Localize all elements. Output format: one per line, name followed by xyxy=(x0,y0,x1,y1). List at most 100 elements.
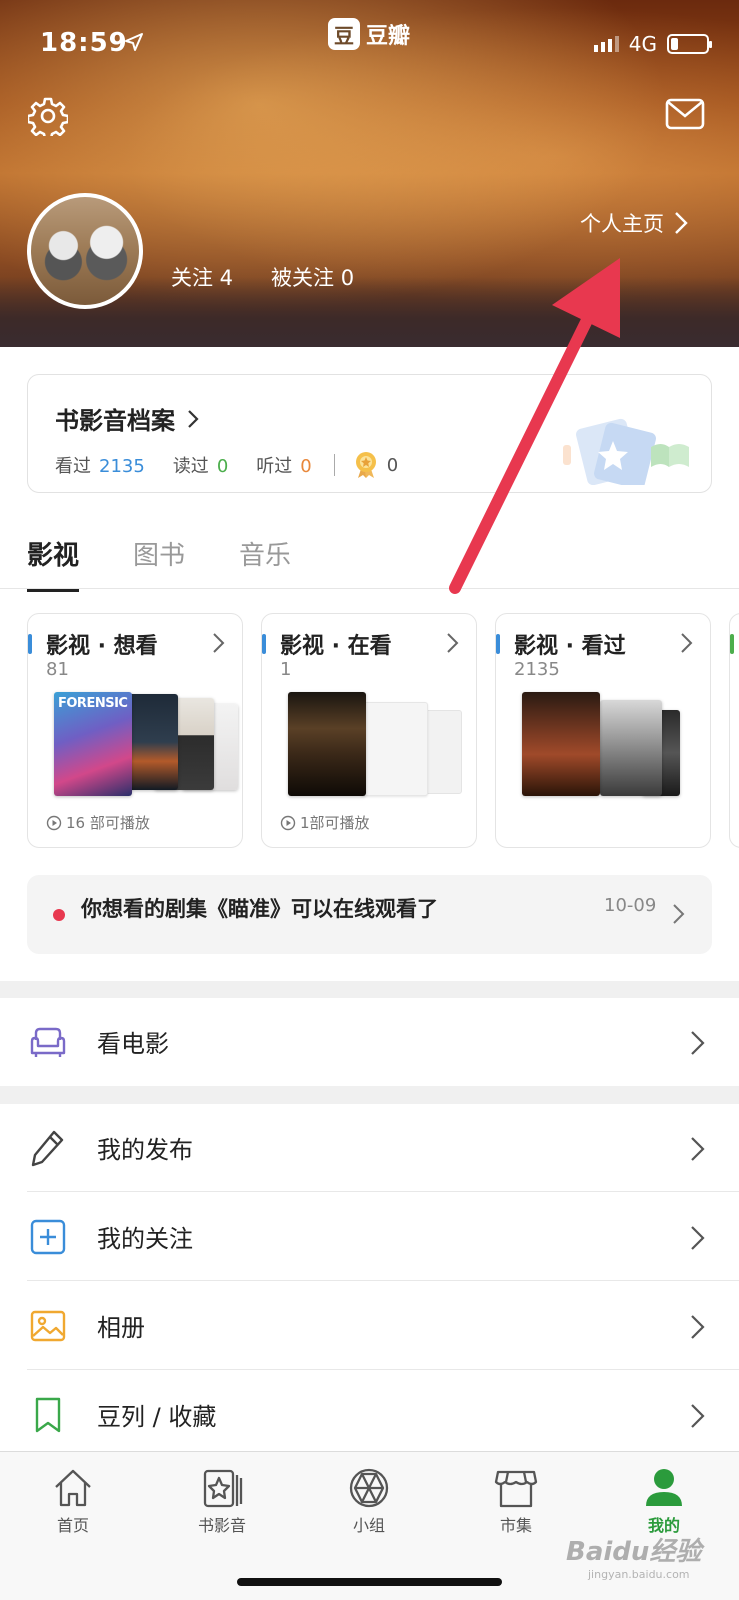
photo-icon xyxy=(30,1310,66,1342)
shelf-title: 影视 · 看过 xyxy=(514,634,626,659)
profile-icon xyxy=(646,1469,682,1506)
medal-icon xyxy=(355,452,376,478)
menu-item-doulist[interactable]: 豆列 / 收藏 xyxy=(0,1371,739,1451)
media-tabs: 影视 图书 音乐 xyxy=(27,535,291,592)
shelf-posters xyxy=(288,692,468,804)
plus-square-icon xyxy=(30,1219,66,1255)
shelf-title: 影视 · 想看 xyxy=(46,634,158,659)
baidu-watermark: Baidu经验 xyxy=(566,1537,702,1567)
followers-count[interactable]: 被关注 0 xyxy=(271,262,354,292)
tab-music[interactable]: 音乐 xyxy=(239,535,291,592)
baidu-watermark-url: jingyan.baidu.com xyxy=(588,1568,690,1581)
home-indicator[interactable] xyxy=(237,1578,502,1586)
group-icon xyxy=(349,1468,389,1508)
tab-movies[interactable]: 影视 xyxy=(27,535,80,592)
row-divider xyxy=(27,1369,739,1370)
battery-icon xyxy=(667,34,712,54)
chevron-right-icon xyxy=(447,633,459,653)
bookmark-icon xyxy=(35,1397,61,1433)
chevron-right-icon xyxy=(691,1031,705,1055)
mail-icon[interactable] xyxy=(665,98,705,130)
update-notice[interactable]: 你想看的剧集《瞄准》可以在线观看了 10-09 xyxy=(27,875,712,954)
poster-image xyxy=(600,700,662,796)
chevron-right-icon xyxy=(673,904,685,924)
chevron-right-icon xyxy=(691,1404,705,1428)
nav-home[interactable]: 首页 xyxy=(13,1466,133,1536)
avatar[interactable] xyxy=(27,193,143,309)
chevron-right-icon xyxy=(213,633,225,653)
status-indicators: 4G xyxy=(593,32,712,56)
stats-divider xyxy=(333,454,335,476)
chevron-right-icon xyxy=(675,212,688,234)
nav-profile[interactable]: 我的 xyxy=(604,1466,724,1536)
network-type: 4G xyxy=(628,32,657,56)
app-badge[interactable]: 豆 豆瓣 xyxy=(328,18,410,50)
tabs-divider xyxy=(0,588,739,589)
chevron-right-icon xyxy=(681,633,693,653)
app-name: 豆瓣 xyxy=(366,24,411,49)
shelf-count: 81 xyxy=(46,659,69,680)
shelf-card-watched[interactable]: 影视 · 看过 2135 xyxy=(495,613,711,848)
chevron-right-icon xyxy=(691,1226,705,1250)
profile-header: 18:59 豆 豆瓣 4G 关注 4 被关注 0 个人主页 xyxy=(0,0,739,347)
nav-groups[interactable]: 小组 xyxy=(309,1466,429,1536)
shelf-accent xyxy=(28,634,32,654)
location-arrow-icon xyxy=(125,33,143,51)
shelf-accent xyxy=(262,634,266,654)
chevron-right-icon xyxy=(188,409,199,428)
listened-stat[interactable]: 听过 0 xyxy=(256,452,311,478)
shelf-posters: FORENSIC xyxy=(54,692,238,804)
tab-books[interactable]: 图书 xyxy=(133,535,185,592)
section-separator xyxy=(0,1086,739,1104)
shelf-title: 影视 · 在看 xyxy=(280,634,392,659)
poster-image xyxy=(522,692,600,796)
archive-decoration-icon xyxy=(563,418,689,485)
shelf-card-partial[interactable] xyxy=(729,613,739,848)
shelf-count: 2135 xyxy=(514,659,560,680)
sofa-icon xyxy=(30,1027,66,1057)
douban-logo: 豆 xyxy=(328,18,360,50)
play-circle-icon xyxy=(280,815,296,830)
menu-item-movies[interactable]: 看电影 xyxy=(0,998,739,1086)
home-icon xyxy=(55,1469,91,1507)
watched-stat[interactable]: 看过 2135 xyxy=(55,452,145,478)
shelf-card-watching[interactable]: 影视 · 在看 1 1部可播放 xyxy=(261,613,477,848)
homepage-label: 个人主页 xyxy=(580,212,664,236)
menu-item-following[interactable]: 我的关注 xyxy=(0,1193,739,1281)
notice-text: 你想看的剧集《瞄准》可以在线观看了 xyxy=(81,897,438,921)
medal-count: 0 xyxy=(386,454,399,476)
menu-item-album[interactable]: 相册 xyxy=(0,1282,739,1370)
media-icon xyxy=(203,1469,243,1508)
archive-title-row: 书影音档案 xyxy=(55,401,199,436)
menu-label: 豆列 / 收藏 xyxy=(97,1403,217,1431)
following-count[interactable]: 关注 4 xyxy=(171,262,233,292)
menu-label: 相册 xyxy=(97,1314,145,1342)
notice-date: 10-09 xyxy=(604,895,657,916)
archive-title: 书影音档案 xyxy=(55,407,175,435)
homepage-link[interactable]: 个人主页 xyxy=(580,208,688,238)
row-divider xyxy=(27,1191,739,1192)
menu-label: 我的关注 xyxy=(97,1225,193,1253)
menu-item-my-posts[interactable]: 我的发布 xyxy=(0,1104,739,1192)
playable-count: 16 部可播放 xyxy=(46,812,150,833)
nav-media[interactable]: 书影音 xyxy=(162,1466,282,1536)
market-icon xyxy=(494,1470,538,1508)
follow-stats: 关注 4 被关注 0 xyxy=(171,262,354,292)
poster-title: FORENSIC xyxy=(58,696,128,711)
pencil-icon xyxy=(31,1130,64,1167)
section-separator xyxy=(0,981,739,998)
unread-dot xyxy=(53,909,65,921)
placeholder-poster xyxy=(360,702,428,796)
shelf-accent xyxy=(496,634,500,654)
menu-label: 看电影 xyxy=(97,1030,169,1058)
archive-stats: 看过 2135 读过 0 听过 0 0 xyxy=(55,451,398,479)
chevron-right-icon xyxy=(691,1315,705,1339)
archive-card[interactable]: 书影音档案 看过 2135 读过 0 听过 0 0 xyxy=(27,374,712,493)
shelf-card-want[interactable]: 影视 · 想看 81 FORENSIC 16 部可播放 xyxy=(27,613,243,848)
nav-market[interactable]: 市集 xyxy=(456,1466,576,1536)
status-time: 18:59 xyxy=(40,28,128,58)
shelf-accent xyxy=(730,634,734,654)
play-circle-icon xyxy=(46,815,62,830)
read-stat[interactable]: 读过 0 xyxy=(173,452,228,478)
gear-icon[interactable] xyxy=(28,96,68,136)
